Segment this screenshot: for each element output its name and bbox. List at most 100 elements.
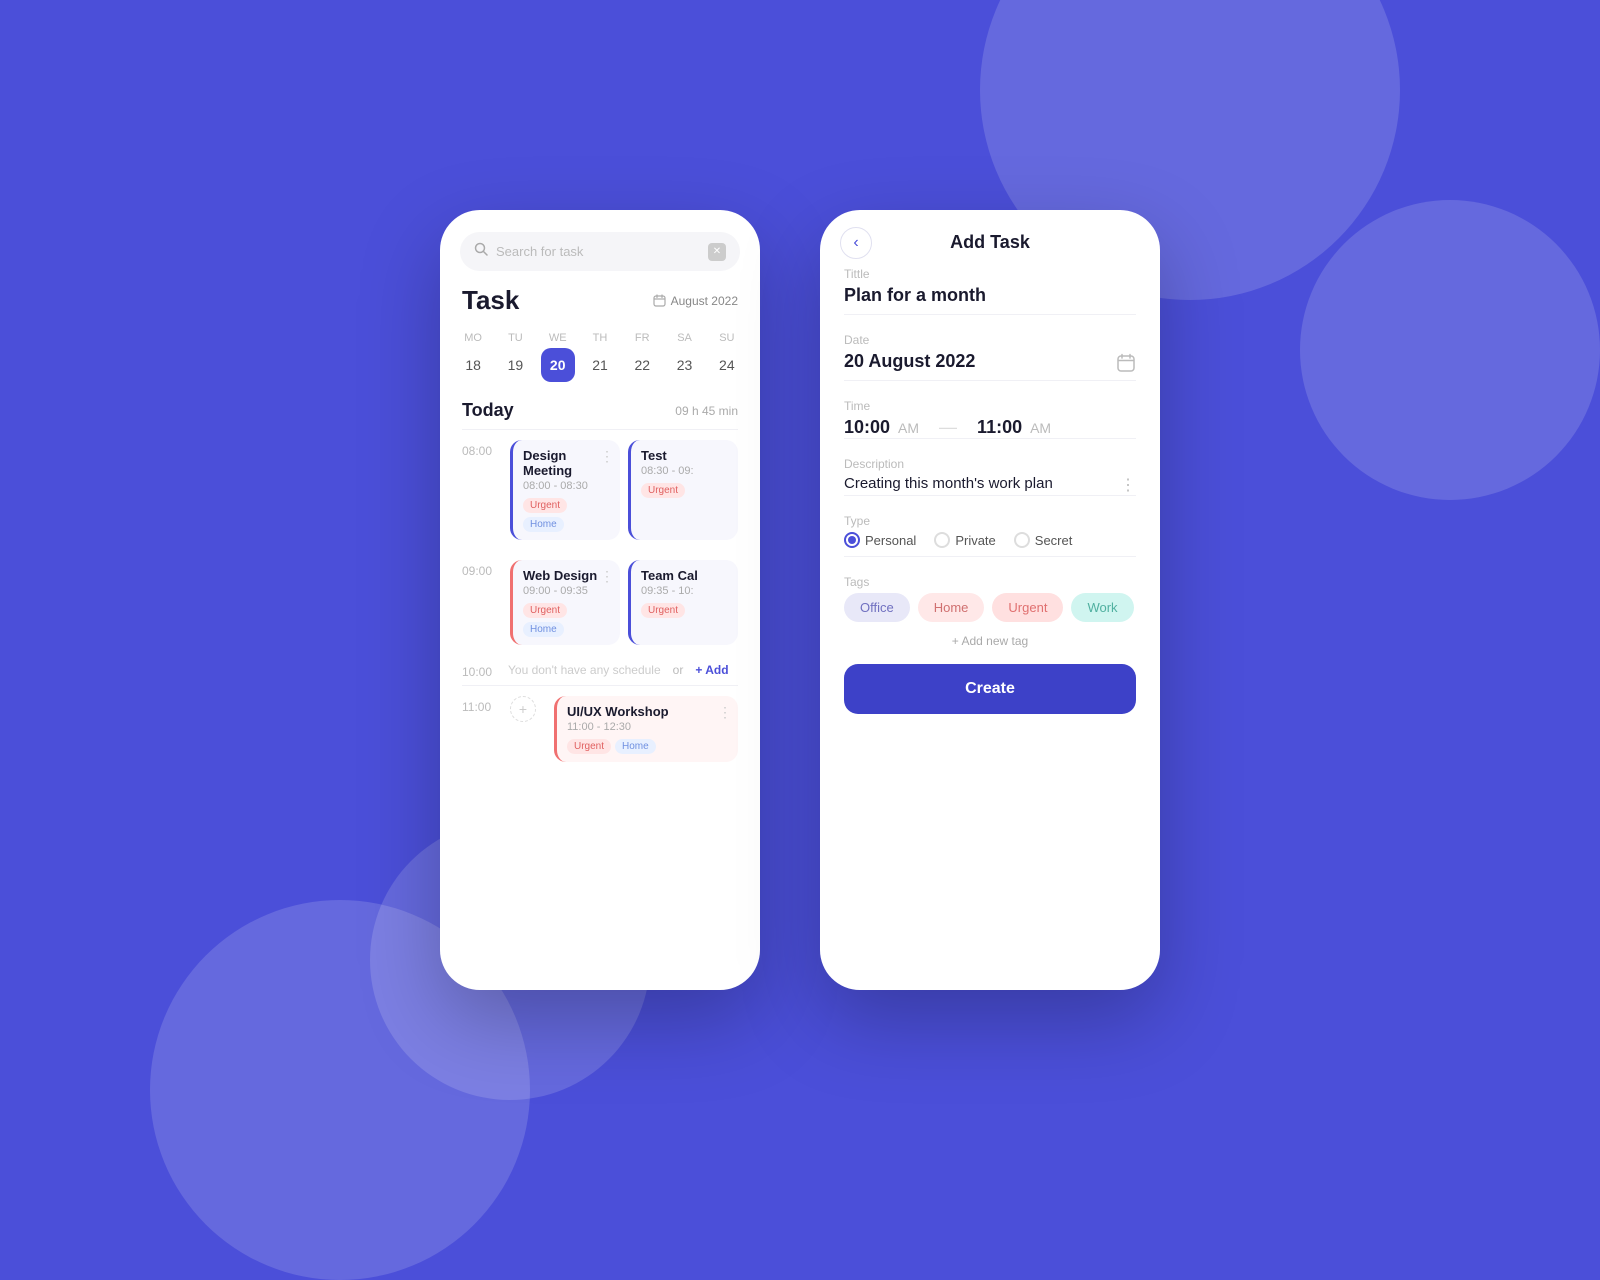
- tag-home-2: Home: [523, 622, 564, 637]
- cal-day-name-1: TU: [508, 332, 523, 344]
- schedule-block-1100: 11:00 + ⋮ UI/UX Workshop 11:00 - 12:30 U…: [440, 686, 760, 772]
- time-end-ampm[interactable]: AM: [1030, 420, 1051, 436]
- add-task-phone: ‹ Add Task Tittle Plan for a month Date …: [820, 210, 1160, 990]
- bg-circle-3: [1300, 200, 1600, 500]
- task-tags-design: Urgent Home: [523, 498, 610, 532]
- plus-circle[interactable]: +: [510, 696, 536, 722]
- task-list-phone: Search for task ✕ Task August 2022 MO 18: [440, 210, 760, 990]
- time-divider: [844, 438, 1136, 439]
- task-tags-web: Urgent Home: [523, 603, 610, 637]
- radio-private[interactable]: [934, 532, 950, 548]
- cal-day-name-4: FR: [635, 332, 650, 344]
- form-title-section: Tittle Plan for a month: [820, 263, 1160, 329]
- cal-day-num-2: 20: [541, 348, 575, 382]
- today-row: Today 09 h 45 min: [440, 400, 760, 421]
- time-1000: 10:00: [462, 661, 500, 679]
- task-title-web: Web Design: [523, 568, 610, 583]
- type-private[interactable]: Private: [934, 532, 995, 548]
- schedule-block-0900: 09:00 ⋮ Web Design 09:00 - 09:35 Urgent …: [440, 550, 760, 655]
- cal-day-0[interactable]: MO 18: [454, 332, 492, 382]
- type-personal-label: Personal: [865, 533, 916, 548]
- workshop-wrapper: ⋮ UI/UX Workshop 11:00 - 12:30 Urgent Ho…: [554, 696, 738, 762]
- task-time-test: 08:30 - 09:: [641, 465, 728, 477]
- cal-day-num-3: 21: [583, 348, 617, 382]
- date-divider: [844, 380, 1136, 381]
- cal-day-1[interactable]: TU 19: [496, 332, 534, 382]
- type-secret-label: Secret: [1035, 533, 1073, 548]
- cal-day-name-6: SU: [719, 332, 734, 344]
- form-desc-section: Description Creating this month's work p…: [820, 453, 1160, 510]
- task-design-meeting[interactable]: ⋮ Design Meeting 08:00 - 08:30 Urgent Ho…: [510, 440, 620, 540]
- tag-urgent-3: Urgent: [523, 603, 567, 618]
- task-tags-team: Urgent: [641, 603, 728, 618]
- cal-day-name-0: MO: [464, 332, 482, 344]
- tag-urgent-5: Urgent: [567, 739, 611, 754]
- task-title-team: Team Cal: [641, 568, 728, 583]
- cal-day-6[interactable]: SU 24: [708, 332, 746, 382]
- task-team-cal[interactable]: Team Cal 09:35 - 10: Urgent: [628, 560, 738, 645]
- cal-day-num-6: 24: [710, 348, 744, 382]
- title-divider: [844, 314, 1136, 315]
- cal-day-2[interactable]: WE 20: [539, 332, 577, 382]
- time-0800: 08:00: [462, 440, 500, 458]
- schedule-block-1000: 10:00 You don't have any schedule or + A…: [440, 655, 760, 685]
- desc-divider: [844, 495, 1136, 496]
- type-personal[interactable]: Personal: [844, 532, 916, 548]
- calendar-icon-form[interactable]: [1116, 353, 1136, 378]
- type-secret[interactable]: Secret: [1014, 532, 1073, 548]
- desc-value[interactable]: Creating this month's work plan: [844, 475, 1120, 492]
- desc-row: Creating this month's work plan ⋮: [844, 475, 1136, 495]
- task-time-team: 09:35 - 10:: [641, 585, 728, 597]
- search-bar[interactable]: Search for task ✕: [460, 232, 740, 271]
- task-test[interactable]: Test 08:30 - 09: Urgent: [628, 440, 738, 540]
- task-more-icon-3[interactable]: ⋮: [718, 704, 732, 721]
- title-value[interactable]: Plan for a month: [844, 285, 1136, 314]
- add-new-tag[interactable]: + Add new tag: [820, 630, 1160, 656]
- form-type-section: Type Personal Private Secret: [820, 510, 1160, 571]
- time-start-ampm[interactable]: AM: [898, 420, 919, 436]
- tag-pill-urgent[interactable]: Urgent: [992, 593, 1063, 622]
- schedule-block-0800: 08:00 ⋮ Design Meeting 08:00 - 08:30 Urg…: [440, 430, 760, 550]
- time-label: Time: [844, 399, 1136, 413]
- add-task-title: Add Task: [950, 232, 1030, 253]
- cal-day-name-5: SA: [677, 332, 692, 344]
- cal-day-name-2: WE: [549, 332, 567, 344]
- today-label: Today: [462, 400, 514, 421]
- cal-day-num-4: 22: [625, 348, 659, 382]
- tag-home-3: Home: [615, 739, 656, 754]
- back-button[interactable]: ‹: [840, 227, 872, 259]
- type-private-label: Private: [955, 533, 995, 548]
- task-title-design: Design Meeting: [523, 448, 610, 478]
- calendar-icon: [653, 294, 666, 307]
- cal-day-4[interactable]: FR 22: [623, 332, 661, 382]
- time-end[interactable]: 11:00: [977, 417, 1022, 438]
- task-workshop[interactable]: ⋮ UI/UX Workshop 11:00 - 12:30 Urgent Ho…: [554, 696, 738, 762]
- tag-pill-work[interactable]: Work: [1071, 593, 1133, 622]
- cal-day-5[interactable]: SA 23: [666, 332, 704, 382]
- task-web-design[interactable]: ⋮ Web Design 09:00 - 09:35 Urgent Home: [510, 560, 620, 645]
- time-start[interactable]: 10:00: [844, 417, 890, 438]
- cal-day-3[interactable]: TH 21: [581, 332, 619, 382]
- back-icon: ‹: [853, 234, 858, 252]
- date-value[interactable]: 20 August 2022: [844, 351, 975, 380]
- form-date-section: Date 20 August 2022: [820, 329, 1160, 395]
- search-clear-icon[interactable]: ✕: [708, 243, 726, 261]
- search-icon: [474, 242, 488, 261]
- task-more-icon[interactable]: ⋮: [600, 448, 614, 465]
- tag-urgent-4: Urgent: [641, 603, 685, 618]
- task-title-workshop: UI/UX Workshop: [567, 704, 728, 719]
- type-label: Type: [844, 514, 1136, 528]
- task-more-icon-2[interactable]: ⋮: [600, 568, 614, 585]
- task-tags-workshop: Urgent Home: [567, 739, 728, 754]
- create-button[interactable]: Create: [844, 664, 1136, 714]
- cal-day-num-1: 19: [498, 348, 532, 382]
- radio-personal[interactable]: [844, 532, 860, 548]
- tag-pill-office[interactable]: Office: [844, 593, 910, 622]
- desc-more-icon[interactable]: ⋮: [1120, 475, 1136, 495]
- tag-pill-home[interactable]: Home: [918, 593, 985, 622]
- task-time-web: 09:00 - 09:35: [523, 585, 610, 597]
- cal-day-num-0: 18: [456, 348, 490, 382]
- add-button[interactable]: + Add: [695, 663, 728, 677]
- radio-secret[interactable]: [1014, 532, 1030, 548]
- page-title: Task: [462, 285, 519, 316]
